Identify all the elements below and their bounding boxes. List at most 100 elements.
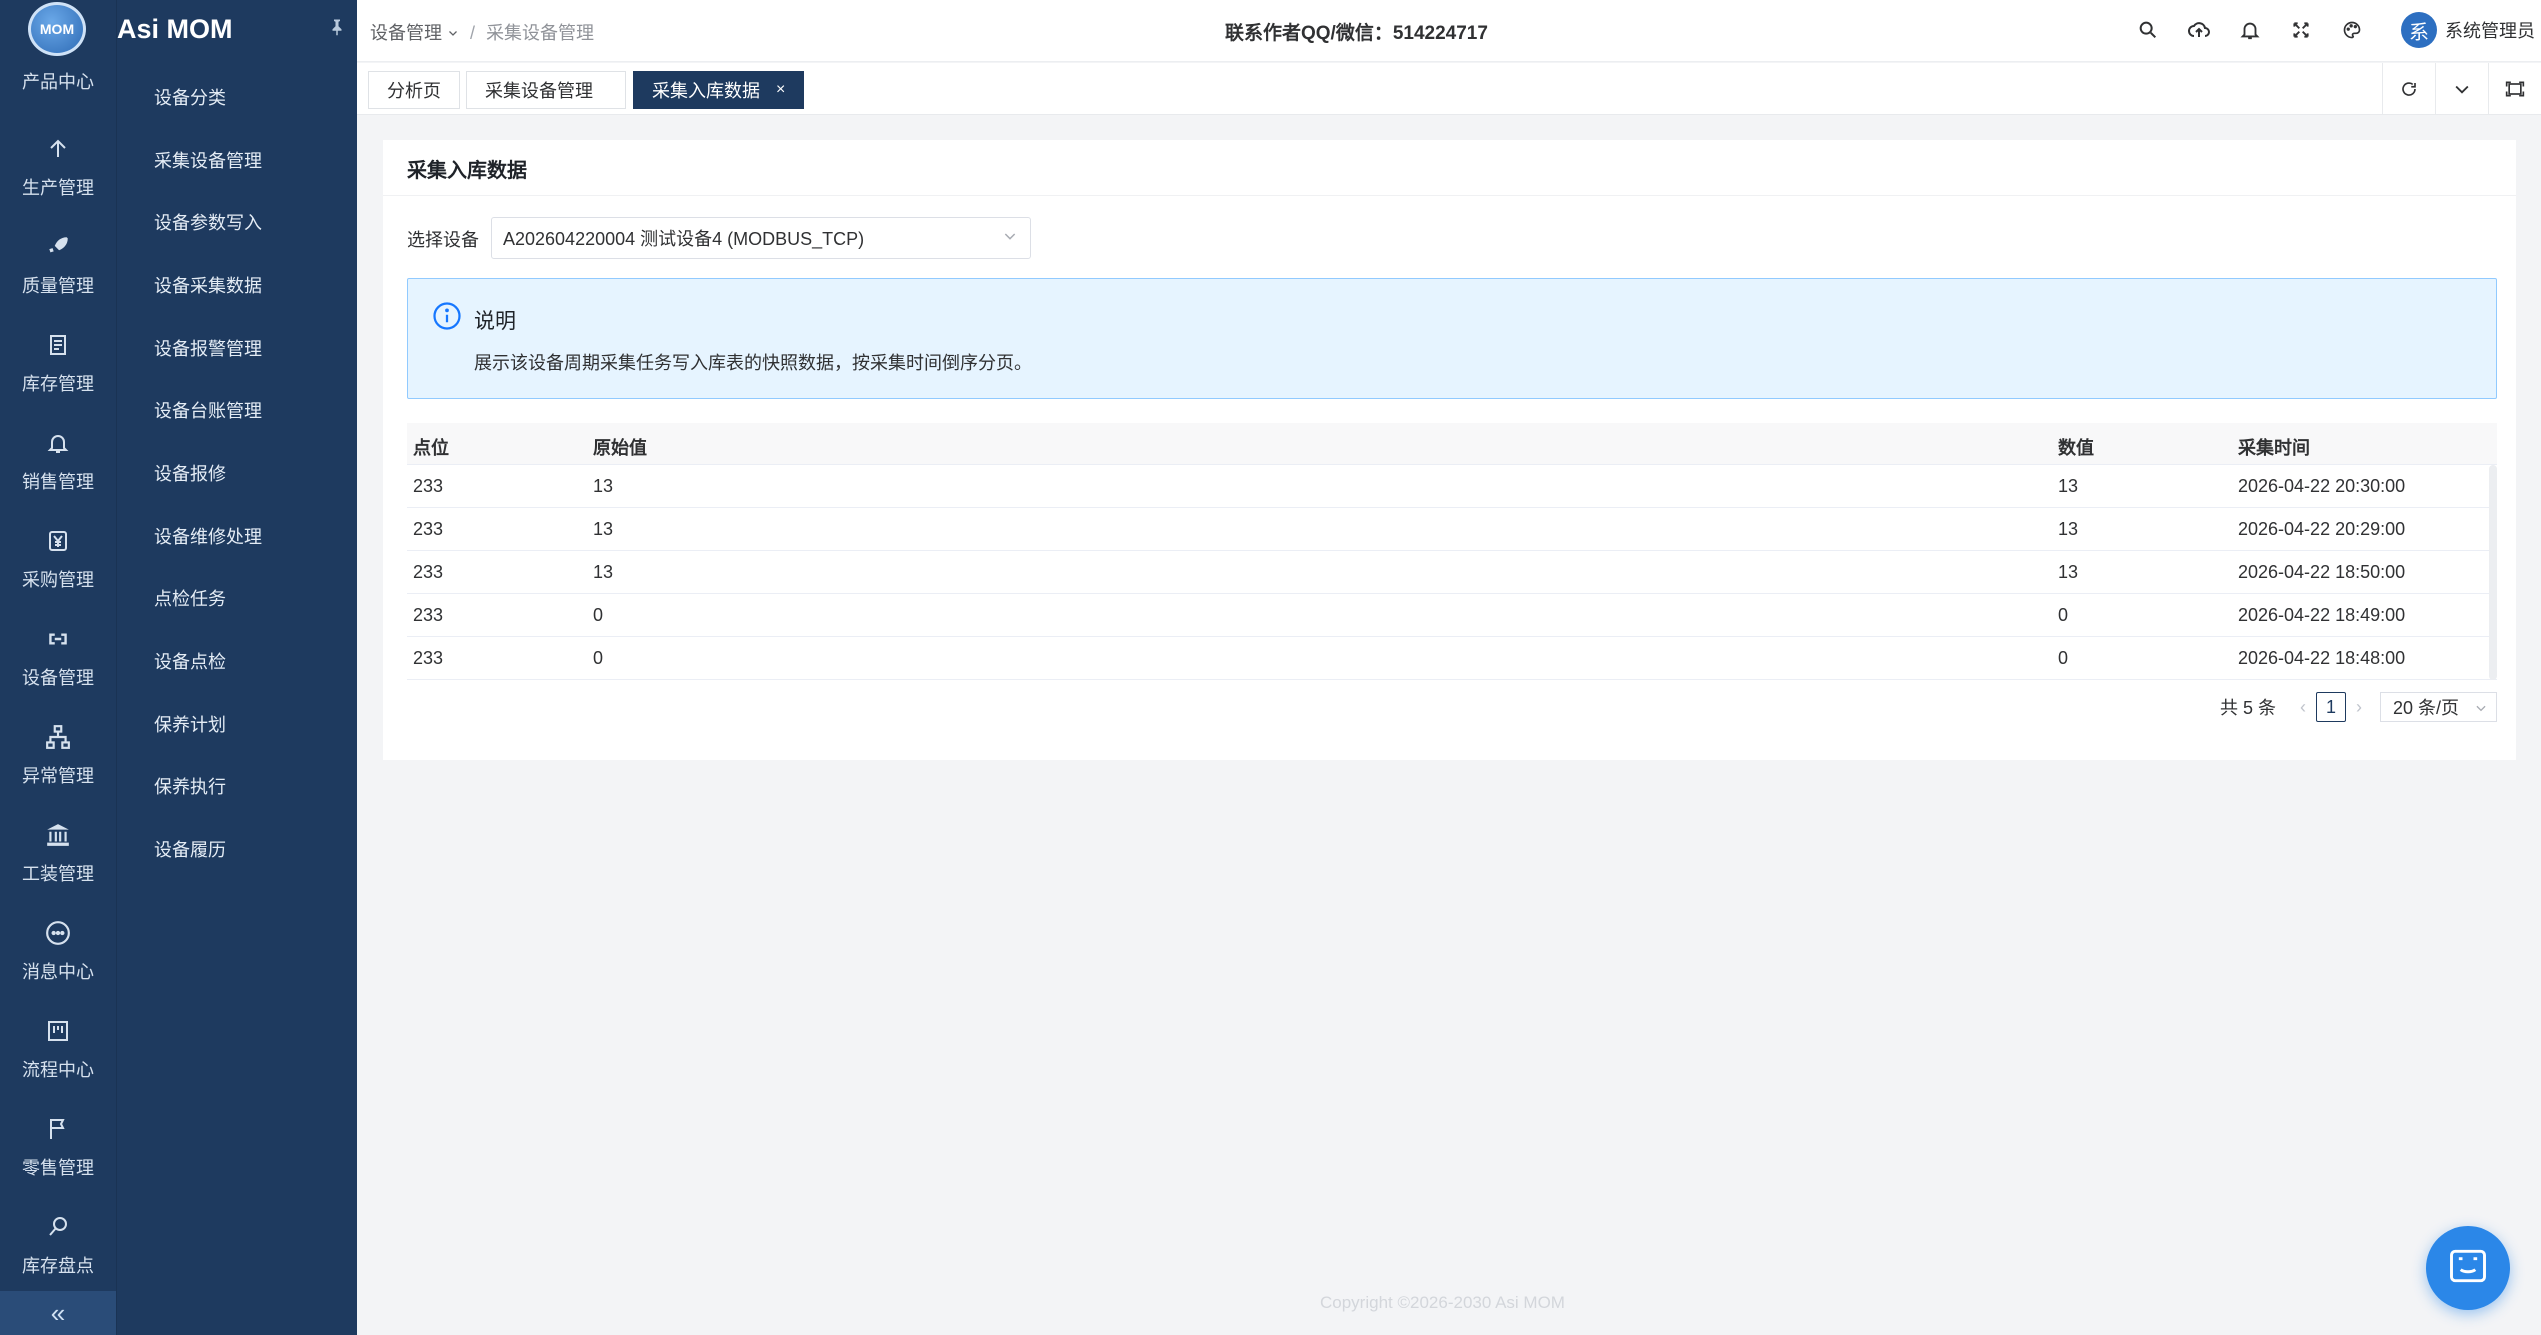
rail-item-inventory[interactable]: 库存管理 <box>0 314 116 412</box>
submenu-item[interactable]: 设备分类 <box>117 66 358 128</box>
submenu-item[interactable]: 保养执行 <box>117 755 358 817</box>
submenu-item[interactable]: 设备采集数据 <box>117 254 358 316</box>
cell-point: 233 <box>413 648 444 668</box>
info-icon <box>432 301 462 331</box>
bank-icon <box>43 820 73 850</box>
rocket-icon <box>43 232 73 262</box>
cell-value: 0 <box>2058 648 2069 668</box>
rail-item-equipment[interactable]: 设备管理 <box>0 608 116 706</box>
content-card: 采集入库数据 选择设备 A202604220004 测试设备4 (MODBUS_… <box>383 140 2516 760</box>
close-icon[interactable]: × <box>776 81 785 99</box>
user-menu[interactable]: 系 系统管理员 <box>2401 12 2535 48</box>
rail-item-label: 产品中心 <box>22 72 94 92</box>
cell-point: 233 <box>413 605 444 625</box>
cell-raw: 13 <box>593 562 614 582</box>
next-page-icon[interactable]: › <box>2356 697 2362 718</box>
breadcrumb-root[interactable]: 设备管理 <box>370 23 442 43</box>
rail-item-purchase[interactable]: 采购管理 <box>0 510 116 608</box>
rail-item-tooling[interactable]: 工装管理 <box>0 804 116 902</box>
rail-item-label: 工装管理 <box>22 864 94 884</box>
rail-item-label: 销售管理 <box>22 472 94 492</box>
submenu-item[interactable]: 设备履历 <box>117 818 358 880</box>
rail-item-sales[interactable]: 销售管理 <box>0 412 116 510</box>
link-icon <box>43 624 73 654</box>
theme-palette-icon[interactable] <box>2337 15 2367 45</box>
tab-label: 采集入库数据 <box>652 81 760 101</box>
rail-item-label: 采购管理 <box>22 570 94 590</box>
rail-item-exception[interactable]: 异常管理 <box>0 706 116 804</box>
device-select[interactable]: A202604220004 测试设备4 (MODBUS_TCP) <box>491 217 1031 259</box>
robot-icon <box>2446 1244 2490 1293</box>
tab-device-management[interactable]: 采集设备管理 <box>466 71 626 109</box>
rail-item-label: 流程中心 <box>22 1060 94 1080</box>
chevron-down-icon[interactable] <box>2435 63 2488 115</box>
bell-icon <box>43 428 73 458</box>
tab-collection-data[interactable]: 采集入库数据 × <box>633 71 805 109</box>
table-header: 点位 原始值 数值 采集时间 <box>407 423 2497 465</box>
info-alert: 说明 展示该设备周期采集任务写入库表的快照数据，按采集时间倒序分页。 <box>407 278 2497 399</box>
rail-item-production[interactable]: 生产管理 <box>0 118 116 216</box>
search-doc-icon <box>43 1212 73 1242</box>
rail-item-label: 质量管理 <box>22 276 94 296</box>
rail-item-retail[interactable]: 零售管理 <box>0 1098 116 1196</box>
divider <box>383 195 2516 196</box>
breadcrumb-separator: / <box>470 23 476 43</box>
submenu-item[interactable]: 保养计划 <box>117 693 358 755</box>
rail-item-message[interactable]: 消息中心 <box>0 902 116 1000</box>
fullscreen-icon[interactable] <box>2286 15 2316 45</box>
icon-rail: MOM 产品中心 生产管理 质量管理 库存管理 销售管理 采购管理 设备管理 异… <box>0 0 116 1335</box>
column-header: 采集时间 <box>2238 438 2310 458</box>
rail-item-product[interactable]: 产品中心 <box>0 40 116 100</box>
cell-time: 2026-04-22 18:49:00 <box>2238 605 2406 625</box>
submenu-item[interactable]: 设备报修 <box>117 442 358 504</box>
refresh-icon[interactable] <box>2382 63 2435 115</box>
column-header: 点位 <box>413 438 449 458</box>
cloud-upload-icon[interactable] <box>2184 15 2214 45</box>
arrow-up-icon <box>43 134 73 164</box>
org-chart-icon <box>43 722 73 752</box>
cell-time: 2026-04-22 20:29:00 <box>2238 519 2406 539</box>
rail-item-label: 设备管理 <box>22 668 94 688</box>
rail-item-label: 库存盘点 <box>22 1256 94 1276</box>
collapse-sidebar-button[interactable]: « <box>0 1291 116 1335</box>
assistant-button[interactable] <box>2426 1226 2510 1310</box>
table-row: 233 13 13 2026-04-22 20:30:00 <box>407 465 2497 508</box>
rail-item-quality[interactable]: 质量管理 <box>0 216 116 314</box>
submenu-item[interactable]: 点检任务 <box>117 567 358 629</box>
pin-icon[interactable] <box>328 18 346 41</box>
tab-analysis[interactable]: 分析页 <box>368 71 460 109</box>
user-name: 系统管理员 <box>2445 21 2535 41</box>
table-scrollbar[interactable] <box>2489 465 2497 680</box>
submenu-item[interactable]: 采集设备管理 <box>117 129 358 191</box>
pagination: 共 5 条 ‹ 1 › 20 条/页 <box>2220 692 2497 722</box>
flow-icon <box>43 1016 73 1046</box>
chevron-down-icon <box>2474 699 2488 720</box>
bell-icon[interactable] <box>2235 15 2265 45</box>
tab-bar: 分析页 采集设备管理 采集入库数据 × <box>357 63 2541 115</box>
column-header: 原始值 <box>593 438 647 458</box>
prev-page-icon[interactable]: ‹ <box>2300 697 2306 718</box>
rail-item-label: 零售管理 <box>22 1158 94 1178</box>
table-row: 233 0 0 2026-04-22 18:48:00 <box>407 637 2497 680</box>
submenu-item[interactable]: 设备维修处理 <box>117 505 358 567</box>
maximize-icon[interactable] <box>2488 63 2541 115</box>
cell-value: 0 <box>2058 605 2069 625</box>
top-header: 设备管理 / 采集设备管理 联系作者QQ/微信：514224717 系 系统管理… <box>357 0 2541 62</box>
column-header: 数值 <box>2058 438 2094 458</box>
submenu-item[interactable]: 设备点检 <box>117 630 358 692</box>
rail-item-stocktake[interactable]: 库存盘点 <box>0 1196 116 1294</box>
brand-title: Asi MOM <box>117 14 233 44</box>
search-icon[interactable] <box>2133 15 2163 45</box>
table-row: 233 13 13 2026-04-22 18:50:00 <box>407 551 2497 594</box>
submenu-item[interactable]: 设备报警管理 <box>117 317 358 379</box>
page-size-select[interactable]: 20 条/页 <box>2380 692 2497 722</box>
page-number[interactable]: 1 <box>2316 692 2346 722</box>
cell-value: 13 <box>2058 562 2079 582</box>
data-table: 点位 原始值 数值 采集时间 233 13 13 2026-04-22 20:3… <box>407 423 2497 680</box>
submenu-item[interactable]: 设备参数写入 <box>117 191 358 253</box>
chevron-down-icon <box>1002 228 1018 249</box>
rail-item-flow[interactable]: 流程中心 <box>0 1000 116 1098</box>
submenu-item[interactable]: 设备台账管理 <box>117 379 358 441</box>
cell-raw: 0 <box>593 648 604 668</box>
cell-point: 233 <box>413 476 444 496</box>
